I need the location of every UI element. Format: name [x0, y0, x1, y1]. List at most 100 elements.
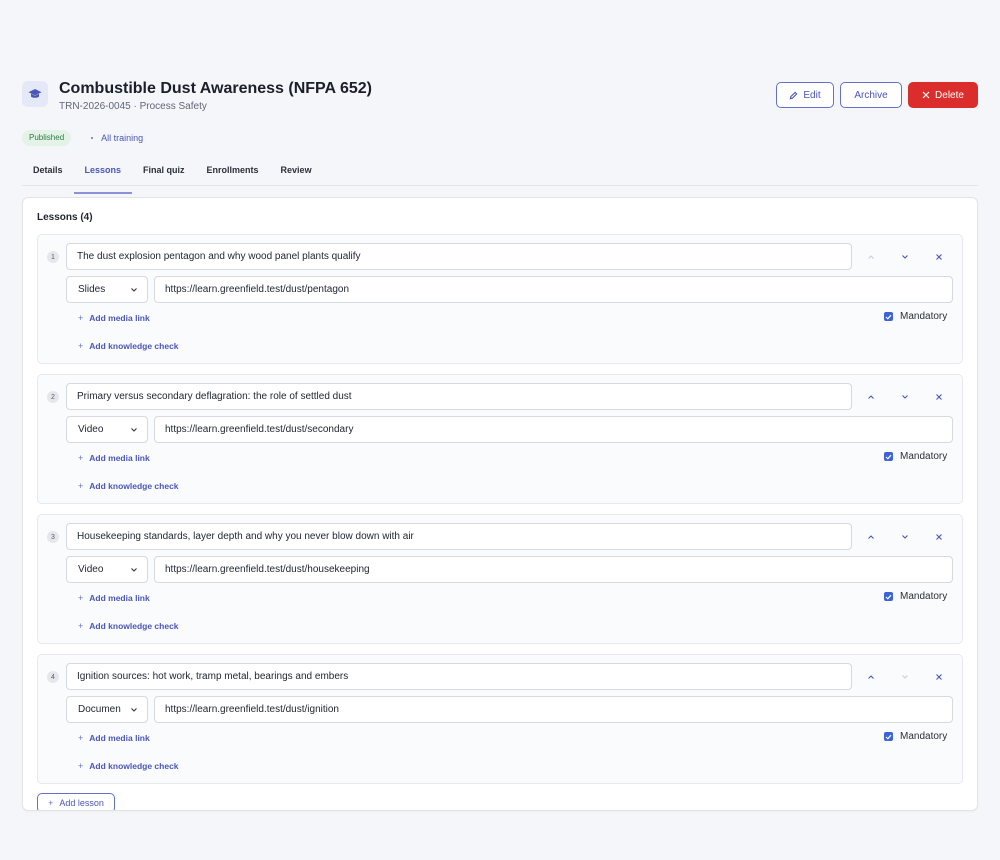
lesson-item: 2 Video + Add media link [37, 374, 963, 504]
media-type-value: Video [78, 564, 104, 575]
tab-final-quiz[interactable]: Final quiz [132, 162, 196, 185]
edit-button[interactable]: Edit [776, 82, 834, 108]
mandatory-toggle[interactable]: Mandatory [884, 311, 947, 322]
status-badge: Published [22, 130, 72, 146]
tab-details[interactable]: Details [22, 162, 74, 185]
add-knowledge-check-button[interactable]: + Add knowledge check [78, 761, 179, 771]
mandatory-toggle[interactable]: Mandatory [884, 591, 947, 602]
remove-lesson-button[interactable] [930, 248, 948, 266]
add-media-link-button[interactable]: + Add media link [78, 593, 150, 603]
add-knowledge-check-button[interactable]: + Add knowledge check [78, 481, 179, 491]
all-training-link[interactable]: All training [91, 133, 143, 143]
tab-lessons[interactable]: Lessons [73, 162, 133, 194]
mandatory-label: Mandatory [900, 451, 948, 462]
back-dot-icon [91, 137, 94, 139]
plus-icon: + [78, 313, 84, 323]
lesson-item: 4 Documen + Add media link [37, 654, 963, 784]
lessons-card: Lessons (4) 1 Slides + [22, 197, 978, 811]
mandatory-label: Mandatory [900, 311, 948, 322]
media-type-select[interactable]: Video [66, 416, 148, 443]
add-lesson-button[interactable]: + Add lesson [37, 793, 115, 810]
plus-icon: + [78, 621, 84, 631]
remove-lesson-button[interactable] [930, 528, 948, 546]
move-up-button[interactable] [862, 528, 880, 546]
mandatory-label: Mandatory [900, 591, 948, 602]
media-type-select[interactable]: Video [66, 556, 148, 583]
close-icon [936, 534, 942, 540]
lesson-number: 1 [47, 251, 59, 263]
media-url-input[interactable] [154, 696, 953, 723]
remove-lesson-button[interactable] [930, 668, 948, 686]
title-area: Combustible Dust Awareness (NFPA 652) TR… [22, 76, 372, 112]
mandatory-toggle[interactable]: Mandatory [884, 731, 947, 742]
lesson-item: 3 Video + Add media link [37, 514, 963, 644]
media-type-select[interactable]: Documen [66, 696, 148, 723]
lesson-title-input[interactable] [66, 663, 852, 690]
remove-lesson-button[interactable] [930, 388, 948, 406]
add-knowledge-check-label: Add knowledge check [89, 341, 179, 351]
lessons-title: Lessons (4) [37, 212, 93, 223]
check-icon [885, 734, 892, 740]
page-header: Combustible Dust Awareness (NFPA 652) TR… [22, 76, 978, 116]
media-type-value: Documen [78, 704, 121, 715]
chevron-up-icon [868, 395, 874, 399]
chevron-down-icon [902, 395, 908, 399]
move-up-button[interactable] [862, 248, 880, 266]
lesson-title-input[interactable] [66, 383, 852, 410]
delete-button[interactable]: Delete [908, 82, 978, 108]
all-training-label: All training [101, 133, 144, 143]
move-down-button[interactable] [896, 388, 914, 406]
add-knowledge-check-button[interactable]: + Add knowledge check [78, 341, 179, 351]
chevron-down-icon [902, 675, 908, 679]
training-detail-page: Combustible Dust Awareness (NFPA 652) TR… [22, 76, 978, 811]
plus-icon: + [78, 341, 84, 351]
lesson-title-input[interactable] [66, 243, 852, 270]
mandatory-label: Mandatory [900, 731, 948, 742]
add-media-link-button[interactable]: + Add media link [78, 453, 150, 463]
move-down-button[interactable] [896, 248, 914, 266]
graduation-cap-icon [22, 81, 48, 107]
mandatory-checkbox[interactable] [884, 452, 893, 461]
check-icon [885, 314, 892, 320]
header-actions: Edit Archive Delete [776, 82, 978, 108]
media-url-input[interactable] [154, 556, 953, 583]
mandatory-checkbox[interactable] [884, 732, 893, 741]
chevron-down-icon [131, 567, 137, 572]
tab-enrollments[interactable]: Enrollments [196, 162, 270, 185]
media-type-select[interactable]: Slides [66, 276, 148, 303]
lesson-title-input[interactable] [66, 523, 852, 550]
mandatory-checkbox[interactable] [884, 592, 893, 601]
add-knowledge-check-label: Add knowledge check [89, 761, 179, 771]
close-icon [922, 91, 930, 99]
media-url-input[interactable] [154, 416, 953, 443]
add-media-link-label: Add media link [89, 313, 150, 323]
meta-row: Published All training [22, 130, 978, 146]
pencil-icon [790, 91, 798, 99]
archive-button-label: Archive [854, 89, 888, 101]
move-up-button[interactable] [862, 388, 880, 406]
add-knowledge-check-label: Add knowledge check [89, 621, 179, 631]
chevron-down-icon [131, 427, 137, 432]
delete-button-label: Delete [935, 89, 964, 101]
check-icon [885, 454, 892, 460]
media-type-value: Video [78, 424, 104, 435]
move-down-button[interactable] [896, 528, 914, 546]
lesson-number: 3 [47, 531, 59, 543]
add-knowledge-check-button[interactable]: + Add knowledge check [78, 621, 179, 631]
media-url-input[interactable] [154, 276, 953, 303]
tab-bar: Details Lessons Final quiz Enrollments R… [22, 162, 978, 194]
page-title: Combustible Dust Awareness (NFPA 652) [59, 80, 372, 97]
archive-button[interactable]: Archive [840, 82, 902, 108]
mandatory-checkbox[interactable] [884, 312, 893, 321]
move-up-button[interactable] [862, 668, 880, 686]
tab-review[interactable]: Review [270, 162, 323, 185]
mandatory-toggle[interactable]: Mandatory [884, 451, 947, 462]
add-media-link-button[interactable]: + Add media link [78, 313, 150, 323]
edit-button-label: Edit [803, 89, 821, 101]
media-type-value: Slides [78, 284, 106, 295]
plus-icon: + [78, 593, 84, 603]
move-down-button[interactable] [896, 668, 914, 686]
check-icon [885, 594, 892, 600]
chevron-down-icon [131, 287, 137, 292]
add-media-link-button[interactable]: + Add media link [78, 733, 150, 743]
